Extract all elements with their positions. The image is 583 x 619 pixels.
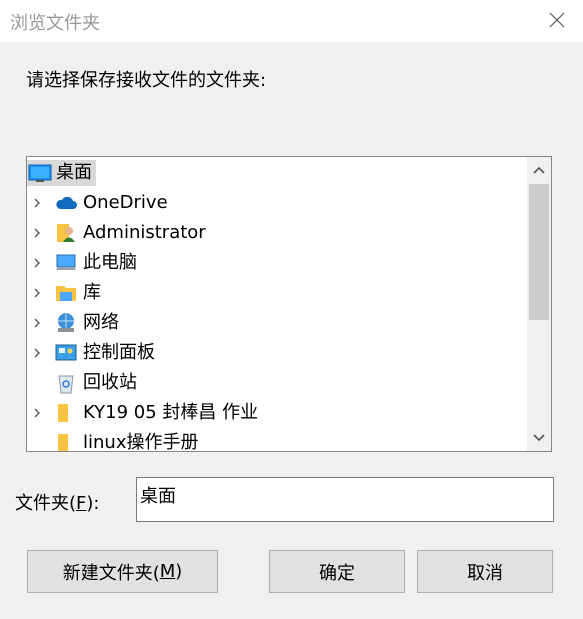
tree-item-label: 此电脑 bbox=[83, 252, 137, 273]
tree-item-label: OneDrive bbox=[83, 192, 168, 213]
tree-item-recycle-bin[interactable]: 回收站 bbox=[27, 368, 527, 398]
tree-item-libraries[interactable]: 库 bbox=[27, 278, 527, 308]
ok-button[interactable]: 确定 bbox=[269, 550, 405, 593]
chevron-right-icon[interactable] bbox=[31, 227, 43, 239]
tree-item-label: KY19 05 封棒昌 作业 bbox=[83, 402, 259, 423]
network-icon bbox=[58, 313, 74, 332]
chevron-right-icon[interactable] bbox=[31, 317, 43, 329]
vertical-scrollbar[interactable] bbox=[527, 157, 551, 451]
tree-item-label: 控制面板 bbox=[83, 342, 155, 363]
recycle-bin-icon bbox=[58, 375, 74, 394]
library-icon bbox=[56, 286, 76, 301]
label-prefix: 文件夹( bbox=[15, 493, 77, 514]
chevron-up-icon bbox=[533, 166, 545, 174]
scroll-up-button[interactable] bbox=[527, 157, 551, 183]
folder-icon bbox=[58, 404, 68, 422]
folder-field-label: 文件夹(F): bbox=[15, 489, 99, 515]
folder-name-input[interactable]: 桌面 bbox=[136, 477, 554, 522]
control-panel-icon bbox=[55, 344, 77, 361]
button-label-suffix: ) bbox=[175, 561, 183, 582]
button-label-prefix: 新建文件夹( bbox=[62, 562, 160, 584]
window-title: 浏览文件夹 bbox=[10, 13, 100, 34]
cancel-button[interactable]: 取消 bbox=[417, 550, 553, 593]
chevron-down-icon bbox=[533, 434, 545, 442]
label-accesskey: F bbox=[76, 493, 87, 514]
cloud-icon bbox=[56, 196, 77, 209]
close-icon bbox=[549, 12, 565, 28]
tree-item-ky19-folder[interactable]: KY19 05 封棒昌 作业 bbox=[27, 398, 527, 428]
desktop-icon bbox=[28, 164, 52, 182]
tree-item-label: Administrator bbox=[83, 222, 206, 243]
title-bar: 浏览文件夹 bbox=[0, 0, 583, 42]
chevron-right-icon[interactable] bbox=[31, 257, 43, 269]
scroll-down-button[interactable] bbox=[527, 425, 551, 451]
folder-icon bbox=[58, 434, 68, 451]
chevron-right-icon[interactable] bbox=[31, 347, 43, 359]
chevron-right-icon[interactable] bbox=[31, 197, 43, 209]
scrollbar-thumb[interactable] bbox=[529, 184, 549, 320]
tree-item-label: 回收站 bbox=[83, 372, 137, 393]
tree-item-onedrive[interactable]: OneDrive bbox=[27, 188, 527, 218]
tree-item-control-panel[interactable]: 控制面板 bbox=[27, 338, 527, 368]
close-button[interactable] bbox=[539, 3, 575, 37]
tree-item-desktop[interactable]: 桌面 bbox=[27, 158, 527, 188]
computer-icon bbox=[56, 254, 76, 270]
chevron-right-icon[interactable] bbox=[31, 287, 43, 299]
browse-folder-dialog: 浏览文件夹 请选择保存接收文件的文件夹: 桌面 OneDrive Adminis… bbox=[0, 0, 583, 619]
tree-item-label: 桌面 bbox=[56, 162, 92, 183]
folder-tree[interactable]: 桌面 OneDrive Administrator 此电脑 库 网络 控制面板 … bbox=[26, 156, 552, 452]
tree-item-administrator[interactable]: Administrator bbox=[27, 218, 527, 248]
user-folder-icon bbox=[57, 224, 75, 242]
label-suffix: ): bbox=[86, 493, 100, 514]
button-accesskey: M bbox=[159, 561, 176, 582]
tree-item-label: linux操作手册 bbox=[83, 432, 199, 452]
chevron-right-icon[interactable] bbox=[31, 407, 43, 419]
tree-item-label: 库 bbox=[83, 282, 101, 303]
tree-item-network[interactable]: 网络 bbox=[27, 308, 527, 338]
new-folder-button[interactable]: 新建文件夹(M) bbox=[27, 550, 218, 593]
tree-item-linux-manual[interactable]: linux操作手册 bbox=[27, 428, 527, 452]
tree-item-label: 网络 bbox=[83, 312, 119, 333]
tree-item-this-pc[interactable]: 此电脑 bbox=[27, 248, 527, 278]
prompt-text: 请选择保存接收文件的文件夹: bbox=[26, 70, 267, 91]
